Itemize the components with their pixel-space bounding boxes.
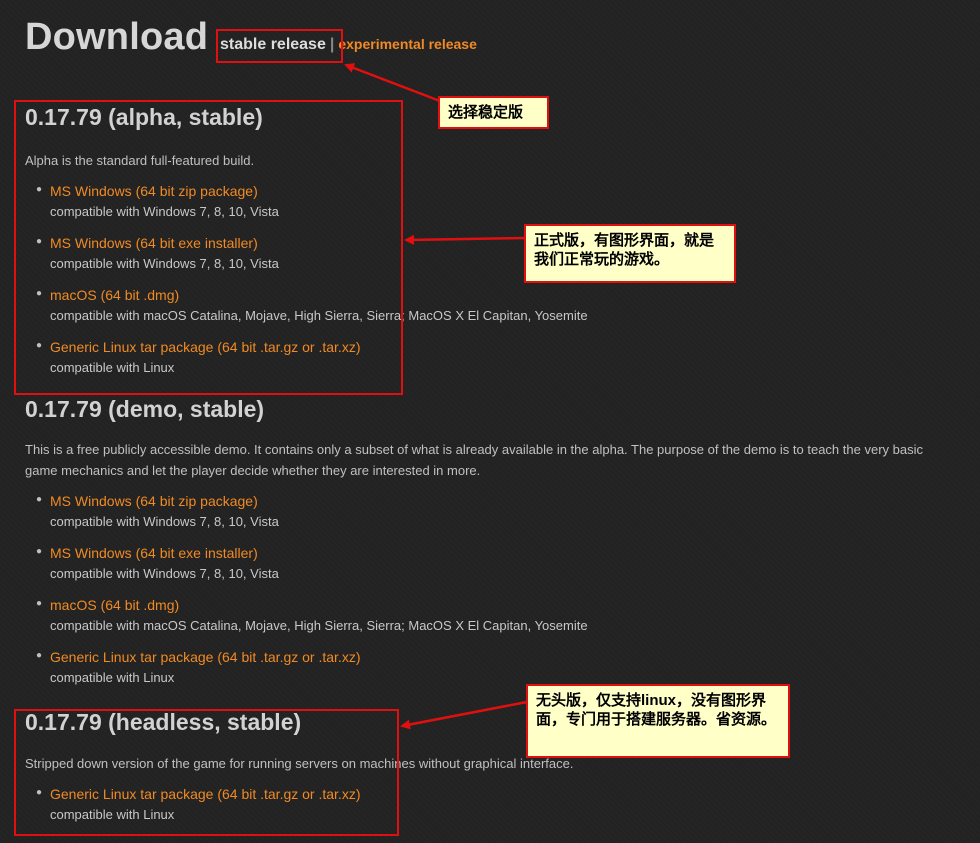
- arrow-to-stable-tab: [344, 63, 441, 103]
- arrow-to-alpha-box: [404, 234, 526, 245]
- callout-note: 选择稳定版: [438, 96, 549, 129]
- callout-note: 无头版，仅支持linux，没有图形界面，专门用于搭建服务器。省资源。: [526, 684, 790, 758]
- callout-note: 正式版，有图形界面，就是我们正常玩的游戏。: [524, 224, 736, 283]
- arrow-to-headless-box: [400, 700, 528, 730]
